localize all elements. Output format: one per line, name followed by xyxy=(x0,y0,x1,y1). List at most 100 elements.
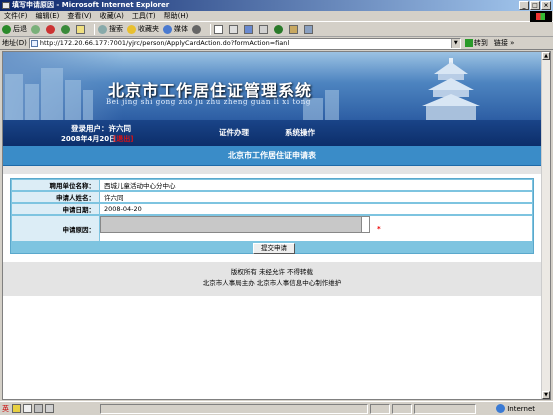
edit-button[interactable] xyxy=(244,24,255,34)
links-label: 链接 xyxy=(493,39,508,47)
footer-credits: 北京市人事局主办 北京市人事信息中心制作维护 xyxy=(202,279,342,287)
form-row-applicant: 申请人姓名： 许六同 xyxy=(12,192,532,202)
page-viewport: 北京市工作居住证管理系统 Bei jing shi gong zuo ju zh… xyxy=(2,51,551,400)
login-user: 登录用户：许六同 xyxy=(71,124,131,133)
maximize-button[interactable]: □ xyxy=(530,1,540,10)
menu-tools[interactable]: 工具(T) xyxy=(132,11,156,21)
scroll-down-icon[interactable]: ▼ xyxy=(542,391,550,399)
media-button[interactable]: 媒体 xyxy=(163,24,188,34)
ie-icon xyxy=(2,2,10,9)
page-title: 北京市工作居住证申请表 xyxy=(3,146,541,166)
footer-copyright: 版权所有 未经允许 不得转载 xyxy=(230,268,314,276)
menu-favorites[interactable]: 收藏(A) xyxy=(100,11,124,21)
ime-keyboard-icon[interactable] xyxy=(34,404,43,413)
windows-logo-icon xyxy=(530,11,552,22)
date-value: 2008-04-20 xyxy=(100,204,532,214)
nav-system[interactable]: 系统操作 xyxy=(285,127,315,138)
menu-bar: 文件(F) 编辑(E) 查看(V) 收藏(A) 工具(T) 帮助(H) xyxy=(0,11,553,22)
form-row-date: 申请日期： 2008-04-20 xyxy=(12,204,532,214)
favorites-label: 收藏夹 xyxy=(138,25,159,33)
go-button[interactable]: 转到 xyxy=(464,38,488,48)
required-mark: * xyxy=(377,225,381,233)
temple-of-heaven-icon xyxy=(422,58,480,120)
ime-menu-icon[interactable] xyxy=(45,404,54,413)
address-url: http://172.20.66.177:7001/yjrc/person/Ap… xyxy=(39,38,290,47)
forward-arrow-icon xyxy=(31,24,40,34)
form-row-reason: 申请原因： * xyxy=(12,216,532,241)
stop-icon xyxy=(46,24,55,34)
nav-certificate[interactable]: 证件办理 xyxy=(219,127,249,138)
print-button[interactable] xyxy=(229,24,240,34)
applicant-value: 许六同 xyxy=(100,192,532,202)
status-bar: 英 Internet xyxy=(0,401,553,415)
window-title: 填写申请原因 - Microsoft Internet Explorer xyxy=(12,1,170,9)
menu-view[interactable]: 查看(V) xyxy=(67,11,91,21)
home-icon xyxy=(76,24,85,34)
page-footer: 版权所有 未经允许 不得转载 北京市人事局主办 北京市人事信息中心制作维护 xyxy=(3,262,541,296)
submit-button[interactable]: 提交申请 xyxy=(253,243,295,254)
back-arrow-icon xyxy=(2,24,11,34)
window-titlebar: 填写申请原因 - Microsoft Internet Explorer _ □… xyxy=(0,0,553,11)
page-icon xyxy=(30,39,38,47)
reason-label: 申请原因： xyxy=(12,216,99,241)
form-row-employer: 聘用单位名称： 西城儿童活动中心分中心 xyxy=(12,180,532,190)
site-banner: 北京市工作居住证管理系统 Bei jing shi gong zuo ju zh… xyxy=(3,52,541,120)
refresh-icon xyxy=(61,24,70,34)
home-button[interactable] xyxy=(76,24,87,34)
back-label: 后退 xyxy=(13,25,27,33)
tools-extra-button[interactable] xyxy=(304,24,315,34)
menu-file[interactable]: 文件(F) xyxy=(4,11,28,21)
search-label: 搜索 xyxy=(109,25,123,33)
refresh-button[interactable] xyxy=(61,24,72,34)
discuss-button[interactable] xyxy=(259,24,270,34)
history-button[interactable] xyxy=(192,24,203,34)
address-dropdown-icon[interactable]: ▼ xyxy=(450,38,460,48)
globe-icon xyxy=(496,404,506,413)
media-icon xyxy=(163,24,172,34)
reason-textarea[interactable] xyxy=(100,216,370,233)
search-button[interactable]: 搜索 xyxy=(98,24,123,34)
address-bar: 地址(D) http://172.20.66.177:7001/yjrc/per… xyxy=(0,37,553,50)
ime-punct-icon[interactable] xyxy=(23,404,32,413)
go-label: 转到 xyxy=(473,39,488,47)
applicant-label: 申请人姓名： xyxy=(12,192,99,202)
nav-bar: 登录用户：许六同 2008年4月20日 [退出] 证件办理 系统操作 xyxy=(3,120,541,146)
search-icon xyxy=(98,24,107,34)
back-button[interactable]: 后退 xyxy=(2,24,27,34)
spacer xyxy=(3,166,541,174)
security-zone: Internet xyxy=(496,404,535,413)
links-button[interactable]: 链接 » xyxy=(494,38,515,48)
employer-value: 西城儿童活动中心分中心 xyxy=(100,180,532,190)
page-scrollbar[interactable]: ▲ ▼ xyxy=(541,52,550,399)
menu-edit[interactable]: 编辑(E) xyxy=(36,11,60,21)
scroll-up-icon[interactable]: ▲ xyxy=(542,52,550,60)
go-arrow-icon xyxy=(464,39,473,47)
tools-icon xyxy=(304,24,313,34)
favorites-star-icon xyxy=(127,24,136,34)
close-button[interactable]: × xyxy=(541,1,551,10)
mail-icon xyxy=(214,24,223,34)
address-input[interactable]: http://172.20.66.177:7001/yjrc/person/Ap… xyxy=(28,37,461,49)
history-icon xyxy=(192,24,201,34)
research-icon xyxy=(289,24,298,34)
menu-help[interactable]: 帮助(H) xyxy=(164,11,189,21)
ime-moon-icon[interactable] xyxy=(12,404,21,413)
date-label: 申请日期： xyxy=(12,204,99,214)
stop-button[interactable] xyxy=(46,24,57,34)
browser-toolbar: 后退 搜索 收藏夹 媒体 xyxy=(0,22,553,37)
research-button[interactable] xyxy=(289,24,300,34)
forward-button[interactable] xyxy=(31,24,42,34)
employer-label: 聘用单位名称： xyxy=(12,180,99,190)
edit-icon xyxy=(244,24,253,34)
textarea-scrollbar[interactable] xyxy=(361,217,369,232)
ime-indicator[interactable]: 英 xyxy=(2,404,9,414)
messenger-icon xyxy=(274,24,283,34)
logout-link[interactable]: [退出] xyxy=(113,134,133,144)
messenger-button[interactable] xyxy=(274,24,285,34)
minimize-button[interactable]: _ xyxy=(519,1,529,10)
login-date: 2008年4月20日 xyxy=(61,135,117,143)
system-pinyin: Bei jing shi gong zuo ju zhu zheng guan … xyxy=(106,98,311,106)
mail-button[interactable] xyxy=(214,24,225,34)
media-label: 媒体 xyxy=(174,25,188,33)
favorites-button[interactable]: 收藏夹 xyxy=(127,24,159,34)
